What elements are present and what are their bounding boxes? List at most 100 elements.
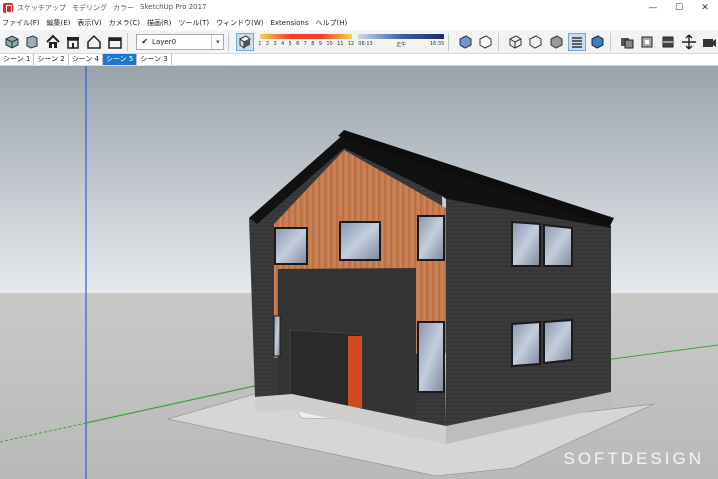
menu-help[interactable]: ヘルプ(H) [316, 18, 348, 28]
menu-extensions[interactable]: Extensions [270, 19, 308, 27]
chevron-down-icon: ▾ [211, 34, 223, 49]
title-bar: スケッチアップ モデリング カラー SketchUp Pro 2017 — ☐ … [0, 0, 718, 16]
shadow-settings-panel: 1 2 3 4 5 6 7 8 9 10 11 12 06:13 正午 16:3… [258, 32, 445, 52]
menu-file[interactable]: ファイル(F) [2, 18, 40, 28]
window [543, 223, 573, 267]
toolbar-divider [228, 32, 230, 51]
time-end-label: 16:35 [429, 40, 445, 47]
menu-tools[interactable]: ツール(T) [178, 18, 209, 28]
xray-style-button[interactable] [456, 33, 474, 51]
house-icon [46, 34, 60, 48]
month-label: 1 [258, 40, 262, 47]
iso-view-button[interactable] [3, 33, 21, 51]
toolbar-divider [447, 32, 449, 51]
window [274, 227, 308, 265]
time-slider[interactable] [358, 33, 445, 39]
back-house-icon [87, 34, 101, 49]
monochrome-cube-icon [591, 34, 604, 49]
monochrome-style-button[interactable] [589, 33, 607, 51]
menu-camera[interactable]: カメラ(C) [109, 18, 140, 28]
hidden-line-cube-icon [529, 34, 542, 49]
window [339, 221, 381, 261]
top-view-button[interactable] [24, 33, 42, 51]
month-label: 6 [296, 40, 300, 47]
section-cut-icon [641, 36, 653, 47]
back-edges-cube-icon [479, 34, 492, 49]
top-view-icon [26, 34, 38, 49]
left-view-button[interactable] [106, 33, 124, 51]
wireframe-style-button[interactable] [506, 33, 524, 51]
shadow-icon [239, 34, 252, 49]
sketchup-logo-icon [3, 3, 13, 13]
title-part: スケッチアップ [17, 4, 66, 12]
shaded-textures-style-button[interactable] [567, 32, 586, 51]
menu-draw[interactable]: 描画(R) [147, 18, 171, 28]
month-label: 4 [280, 40, 285, 47]
watermark: SOFTDESIGN [563, 449, 704, 468]
xray-cube-icon [459, 34, 471, 49]
toolbar-divider [497, 32, 499, 51]
shadows-toggle-button[interactable] [236, 32, 255, 51]
time-start-label: 06:13 [358, 40, 373, 47]
walk-tool-button[interactable] [680, 33, 698, 51]
month-label: 10 [326, 40, 333, 47]
main-toolbar: ✔ Layer0 ▾ 1 2 3 4 5 6 7 8 9 10 11 12 06… [0, 30, 718, 54]
window [511, 220, 541, 267]
window [417, 321, 445, 393]
window [543, 318, 573, 365]
month-label: 3 [273, 40, 277, 47]
walk-arrows-icon [681, 34, 696, 49]
month-label: 9 [318, 40, 322, 47]
front-door[interactable] [348, 336, 362, 408]
section-fill-button[interactable] [659, 33, 677, 51]
layer-dropdown[interactable]: ✔ Layer0 ▾ [136, 33, 225, 50]
tab-scene-1[interactable]: シーン 1 [0, 54, 35, 65]
tab-scene-3[interactable]: シーン 3 [137, 54, 172, 65]
right-house-icon [67, 36, 80, 49]
menu-window[interactable]: ウィンドウ(W) [216, 18, 263, 28]
menu-view[interactable]: 表示(V) [77, 18, 101, 28]
section-cut-button[interactable] [639, 33, 657, 51]
month-labels: 1 2 3 4 5 6 7 8 9 10 11 12 [258, 41, 354, 47]
month-label: 8 [311, 40, 315, 47]
month-label: 11 [337, 40, 344, 47]
noon-label: 正午 [396, 41, 407, 48]
hidden-line-style-button[interactable] [526, 33, 544, 51]
menu-edit[interactable]: 編集(E) [47, 18, 71, 28]
scene-tabs: シーン 1 シーン 2 シーン 4 シーン 5 シーン 3 [0, 54, 718, 66]
close-button[interactable]: ✕ [692, 0, 718, 16]
textured-cube-icon [571, 36, 582, 48]
window [417, 215, 445, 261]
minimize-button[interactable]: — [640, 0, 666, 16]
model-canvas[interactable] [0, 66, 718, 479]
front-view-button[interactable] [44, 33, 62, 51]
back-edges-button[interactable] [476, 33, 494, 51]
wireframe-cube-icon [509, 34, 522, 49]
back-view-button[interactable] [85, 33, 103, 51]
window-controls: — ☐ ✕ [640, 0, 718, 16]
section-plane-icon [620, 37, 634, 48]
month-label: 5 [288, 40, 292, 47]
camera-icon [703, 38, 717, 47]
month-label: 2 [265, 40, 270, 47]
section-fill-icon [662, 36, 674, 47]
left-house-icon [107, 36, 122, 49]
right-view-button[interactable] [65, 33, 83, 51]
checkmark-icon: ✔ [141, 37, 149, 46]
iso-view-icon [5, 34, 19, 49]
layer-name: Layer0 [152, 37, 177, 46]
tab-scene-4[interactable]: シーン 4 [69, 54, 104, 65]
menu-bar: ファイル(F) 編集(E) 表示(V) カメラ(C) 描画(R) ツール(T) … [0, 16, 718, 30]
model-viewport[interactable] [0, 66, 718, 479]
tab-scene-2[interactable]: シーン 2 [34, 54, 69, 65]
title-part: SketchUp Pro 2017 [140, 3, 207, 11]
month-slider[interactable] [260, 33, 353, 39]
month-label: 12 [347, 40, 355, 47]
look-around-button[interactable] [700, 33, 718, 51]
window-title: スケッチアップ モデリング カラー SketchUp Pro 2017 [17, 3, 207, 13]
tab-scene-5[interactable]: シーン 5 [103, 54, 138, 65]
section-plane-button[interactable] [618, 33, 636, 51]
toolbar-divider [610, 32, 612, 51]
shaded-style-button[interactable] [547, 33, 565, 51]
maximize-button[interactable]: ☐ [666, 0, 692, 16]
